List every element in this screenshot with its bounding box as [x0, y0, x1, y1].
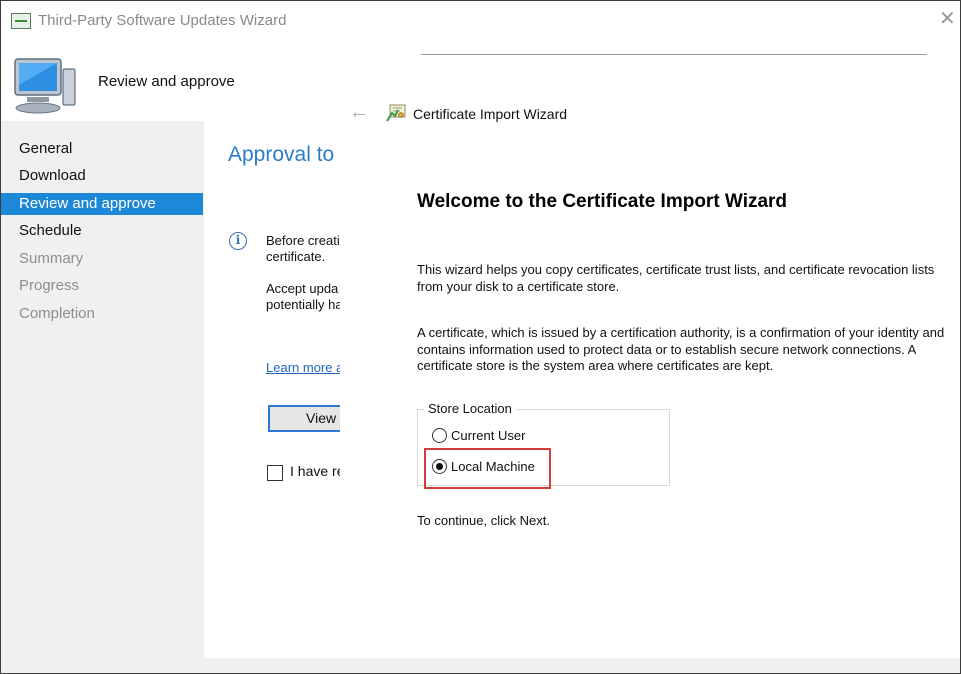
wizard-sidebar: General Download Review and approve Sche…	[1, 121, 204, 673]
certificate-import-wizard: ← Certificate Import Wizard Welcome to t…	[340, 89, 960, 658]
highlight-annotation	[424, 448, 551, 489]
page-title: Approval to s	[228, 143, 344, 166]
accept-text-line-2: potentially ha	[266, 297, 343, 312]
screenshot-frame: Third-Party Software Updates Wizard ✕ Re…	[0, 0, 961, 674]
monitor-icon	[14, 58, 76, 114]
nav-item-general[interactable]: General	[1, 138, 203, 160]
view-certificate-button[interactable]: View (	[268, 405, 344, 432]
info-icon: i	[229, 232, 247, 250]
nav-item-schedule[interactable]: Schedule	[1, 220, 203, 242]
certificate-icon	[386, 104, 406, 122]
certificate-description: A certificate, which is issued by a cert…	[417, 325, 945, 373]
nav-item-review-and-approve[interactable]: Review and approve	[1, 193, 203, 215]
header-divider	[421, 54, 927, 55]
nav-item-progress: Progress	[19, 277, 80, 294]
accept-text-line-1: Accept upda	[266, 281, 339, 296]
wizard-footer-strip	[204, 658, 960, 673]
accept-checkbox-label: I have re	[290, 463, 344, 479]
window-title: Third-Party Software Updates Wizard	[38, 12, 287, 29]
wizard-main-panel: Approval to s i Before creati certificat…	[204, 121, 344, 673]
app-icon	[11, 13, 31, 29]
current-user-radio[interactable]	[432, 428, 447, 443]
info-text-line-1: Before creati	[266, 233, 340, 248]
title-bar: Third-Party Software Updates Wizard ✕	[1, 1, 960, 41]
intro-paragraph: This wizard helps you copy certificates,…	[417, 262, 935, 294]
welcome-heading: Welcome to the Certificate Import Wizard	[417, 191, 788, 212]
learn-more-link[interactable]: Learn more a	[266, 360, 343, 375]
info-text-line-2: certificate.	[266, 249, 326, 264]
nav-item-summary: Summary	[19, 250, 84, 267]
step-heading: Review and approve	[98, 73, 235, 90]
nav-item-download[interactable]: Download	[1, 165, 203, 187]
current-user-label[interactable]: Current User	[451, 428, 525, 443]
accept-checkbox[interactable]	[267, 465, 283, 481]
continue-instruction: To continue, click Next.	[417, 513, 550, 528]
wizard-title: Certificate Import Wizard	[413, 106, 568, 122]
back-arrow-icon[interactable]: ←	[349, 102, 369, 122]
close-icon[interactable]: ✕	[939, 9, 956, 29]
store-location-legend: Store Location	[424, 401, 516, 416]
nav-item-completion: Completion	[19, 305, 95, 322]
